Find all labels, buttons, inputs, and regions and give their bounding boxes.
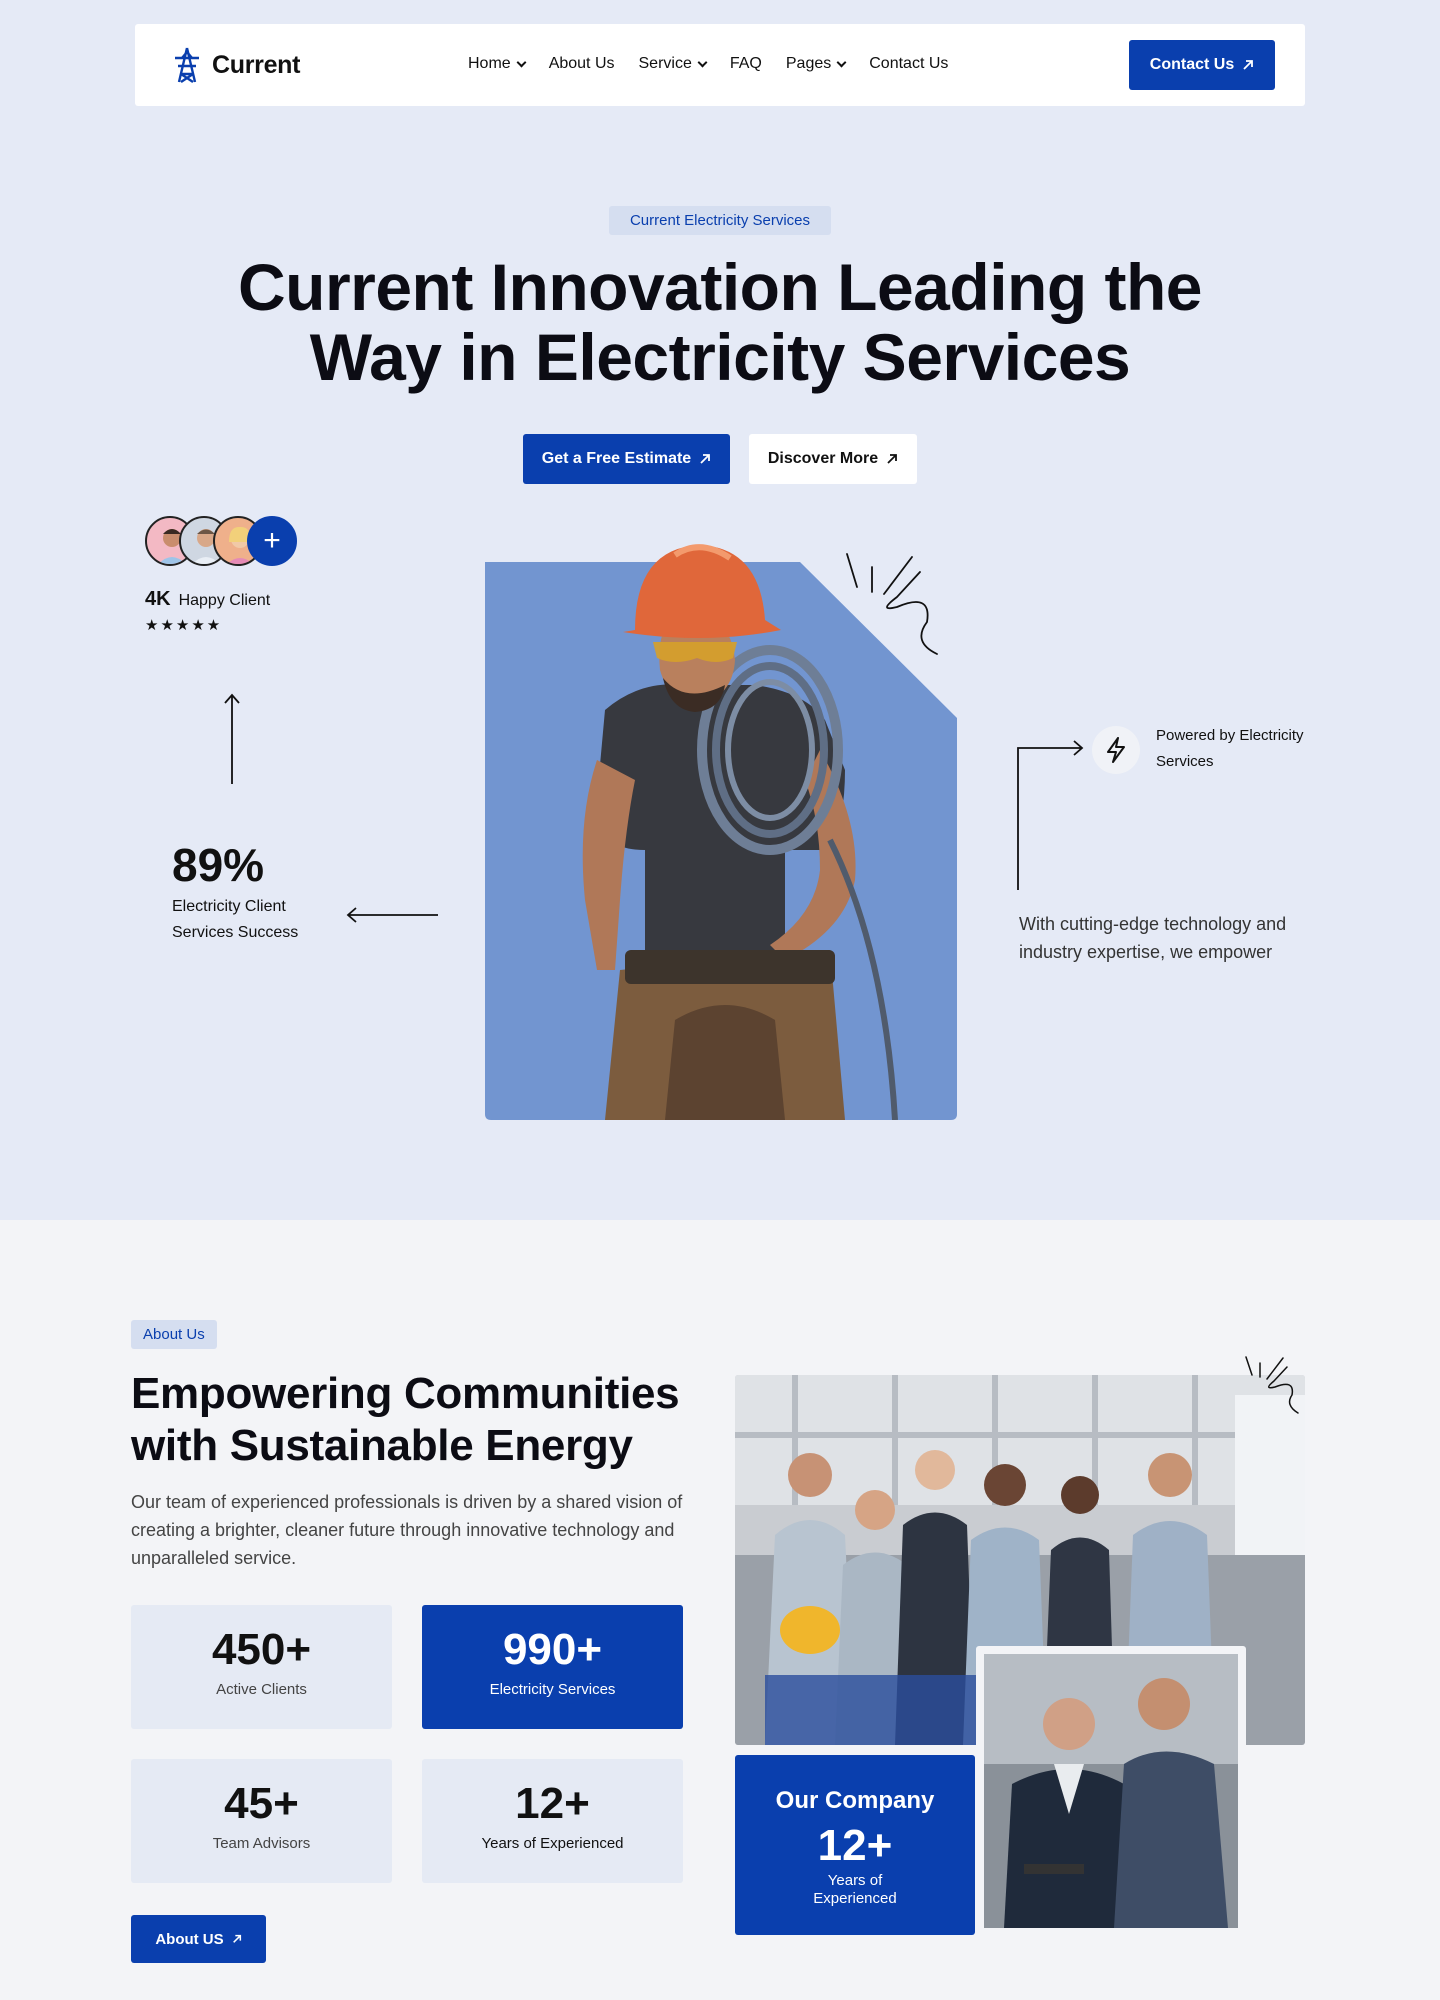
about-title: Empowering Communities with Sustainable … <box>131 1369 680 1470</box>
menu-item-service[interactable]: Service <box>638 55 708 73</box>
contact-us-button[interactable]: Contact Us <box>1129 40 1275 90</box>
logo[interactable]: Current <box>170 46 300 84</box>
hero-title-line2: Way in Electricity Services <box>309 320 1131 394</box>
stat-value: 450+ <box>211 1625 312 1674</box>
about-description: Our team of experienced professionals is… <box>131 1492 683 1568</box>
get-estimate-button[interactable]: Get a Free Estimate <box>523 434 730 484</box>
stat-label: Electricity Services <box>489 1681 616 1698</box>
success-stat: 89% Electricity Client Services Success <box>172 838 322 946</box>
arrow-up-right-icon <box>700 454 711 464</box>
stat-value: 990+ <box>502 1625 603 1674</box>
about-tag: About Us <box>131 1320 217 1349</box>
hero-tag: Current Electricity Services <box>609 206 831 235</box>
button-label: About US <box>155 1930 224 1948</box>
happy-count: 4K <box>145 588 171 610</box>
hero-title-line1: Current Innovation Leading the <box>237 250 1203 324</box>
arrow-up-icon <box>224 693 240 784</box>
navbar: Current Home About Us Service FAQ Pages … <box>135 24 1305 106</box>
hero-section: Current Home About Us Service FAQ Pages … <box>0 0 1440 1220</box>
chevron-down-icon <box>836 57 847 67</box>
menu-item-home[interactable]: Home <box>468 55 527 73</box>
stat-value: 12+ <box>515 1779 590 1828</box>
company-value: 12+ <box>817 1821 893 1870</box>
powered-by-label: Powered by Electricity Services <box>1156 727 1304 770</box>
add-client-icon[interactable]: + <box>247 516 297 566</box>
logo-text: Current <box>212 50 301 79</box>
menu-item-contact[interactable]: Contact Us <box>869 55 948 73</box>
stat-card-electricity-services: 990+ Electricity Services <box>422 1605 683 1729</box>
chevron-down-icon <box>516 57 527 67</box>
menu-item-faq[interactable]: FAQ <box>730 55 762 73</box>
stat-value: 45+ <box>224 1779 299 1828</box>
happy-client: 4K Happy Client <box>145 588 270 611</box>
about-us-button[interactable]: About US <box>131 1915 266 1963</box>
success-label: Electricity Client Services Success <box>172 898 299 941</box>
button-label: Get a Free Estimate <box>541 450 692 467</box>
meeting-image <box>976 1646 1246 1936</box>
main-menu: Home About Us Service FAQ Pages Contact … <box>468 55 948 73</box>
arrow-up-right-icon <box>232 1934 241 1943</box>
stat-label: Team Advisors <box>212 1835 311 1852</box>
menu-label: Service <box>638 55 692 72</box>
company-label-line2: Experienced <box>813 1890 897 1907</box>
client-avatars: + <box>145 516 305 566</box>
about-section: About Us Empowering Communities with Sus… <box>0 1220 1440 2000</box>
menu-item-pages[interactable]: Pages <box>785 55 847 73</box>
menu-label: About Us <box>548 55 615 72</box>
stat-card-team-advisors: 45+ Team Advisors <box>131 1759 392 1883</box>
discover-more-button[interactable]: Discover More <box>749 434 917 484</box>
stat-card-active-clients: 450+ Active Clients <box>131 1605 392 1729</box>
stat-label: Active Clients <box>216 1681 307 1698</box>
stat-label: Years of Experienced <box>481 1835 624 1852</box>
menu-label: FAQ <box>729 55 762 72</box>
tower-icon <box>175 47 199 83</box>
company-title: Our Company <box>775 1787 935 1814</box>
success-value: 89% <box>172 839 265 891</box>
doodle-decoration-icon <box>846 553 938 655</box>
menu-label: Contact Us <box>869 55 949 72</box>
hero-description: With cutting-edge technology and industr… <box>1019 914 1287 962</box>
company-card: Our Company 12+ Years of Experienced <box>735 1755 975 1935</box>
chevron-down-icon <box>697 57 708 67</box>
arrow-right-icon <box>1017 740 1084 890</box>
happy-label: Happy Client <box>178 592 271 609</box>
arrow-up-right-icon <box>1243 60 1254 70</box>
company-label-line1: Years of <box>827 1872 883 1889</box>
button-label: Discover More <box>767 450 879 467</box>
bolt-icon <box>1092 726 1140 774</box>
arrow-up-right-icon <box>887 454 898 464</box>
doodle-decoration-icon <box>1245 1356 1299 1414</box>
menu-item-about[interactable]: About Us <box>549 55 615 73</box>
arrow-left-icon <box>346 907 438 923</box>
stat-card-years: 12+ Years of Experienced <box>422 1759 683 1883</box>
menu-label: Home <box>468 55 511 72</box>
menu-label: Pages <box>785 55 832 72</box>
rating-stars: ★★★★★ <box>145 617 223 634</box>
hero-title: Current Innovation Leading the Way in Ele… <box>160 252 1280 392</box>
button-label: Contact Us <box>1149 56 1235 73</box>
